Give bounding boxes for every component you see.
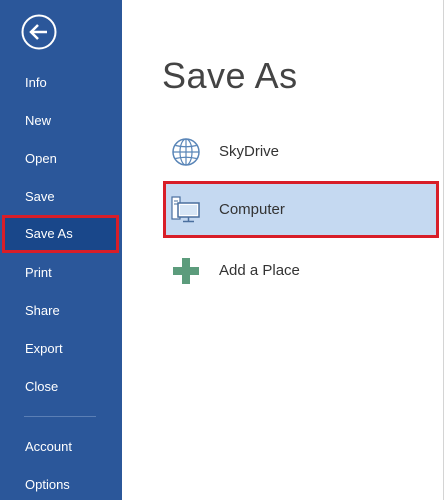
place-skydrive[interactable]: SkyDrive — [164, 124, 438, 179]
place-computer[interactable]: Computer — [163, 181, 439, 238]
plus-icon — [170, 255, 202, 287]
nav-item-save-as[interactable]: Save As — [2, 215, 119, 253]
nav-item-share[interactable]: Share — [4, 296, 118, 326]
backstage-view: Info New Open Save Save As Print Share E… — [0, 0, 444, 500]
nav-item-new[interactable]: New — [4, 106, 118, 136]
nav-divider — [24, 416, 96, 417]
backstage-sidebar: Info New Open Save Save As Print Share E… — [0, 0, 122, 500]
computer-icon — [170, 194, 202, 226]
back-arrow-icon — [21, 14, 57, 50]
save-as-pane: Save As SkyDrive Computer Add a Place — [122, 0, 444, 500]
nav-item-print[interactable]: Print — [4, 258, 118, 288]
nav-item-account[interactable]: Account — [4, 432, 118, 462]
nav-item-save[interactable]: Save — [4, 182, 118, 212]
place-label: Computer — [219, 201, 285, 218]
nav-item-export[interactable]: Export — [4, 334, 118, 364]
place-add-a-place[interactable]: Add a Place — [164, 243, 438, 298]
back-button[interactable] — [20, 13, 58, 51]
globe-icon — [170, 136, 202, 168]
place-label: SkyDrive — [219, 143, 280, 160]
place-label: Add a Place — [219, 262, 300, 279]
nav-item-open[interactable]: Open — [4, 144, 118, 174]
nav-item-close[interactable]: Close — [4, 372, 118, 402]
nav-item-options[interactable]: Options — [4, 470, 118, 500]
nav-item-info[interactable]: Info — [4, 68, 118, 98]
page-title: Save As — [162, 55, 298, 96]
